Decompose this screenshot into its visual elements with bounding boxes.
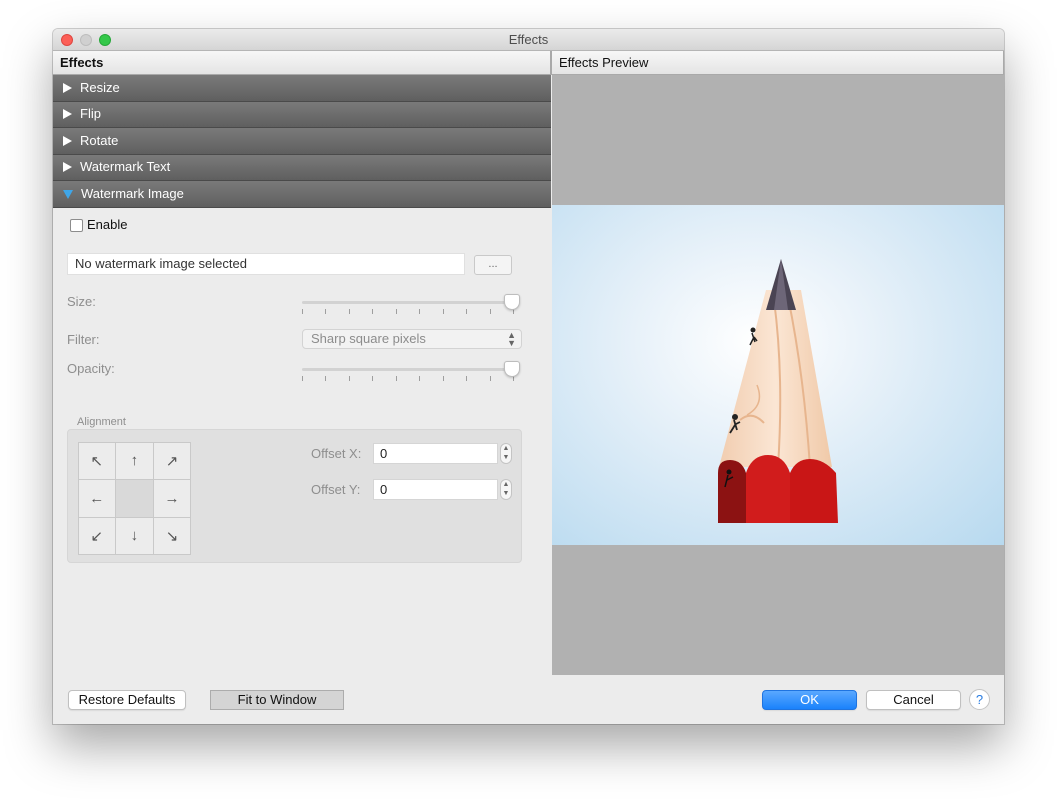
pencil-climbers-illustration xyxy=(718,259,838,523)
section-watermark-image[interactable]: Watermark Image xyxy=(53,181,551,208)
restore-defaults-button[interactable]: Restore Defaults xyxy=(68,690,186,710)
align-right-button[interactable]: → xyxy=(152,479,192,518)
size-slider[interactable] xyxy=(302,292,522,314)
opacity-label: Opacity: xyxy=(67,361,115,376)
arrow-up-icon: ↑ xyxy=(130,452,139,470)
offset-y-label: Offset Y: xyxy=(311,482,361,497)
fit-to-window-button[interactable]: Fit to Window xyxy=(210,690,344,710)
section-watermark-text[interactable]: Watermark Text xyxy=(53,154,551,181)
offset-x-label: Offset X: xyxy=(311,446,362,461)
slider-track xyxy=(302,301,514,304)
help-icon[interactable]: ? xyxy=(969,689,990,710)
align-bottom-button[interactable]: ↓ xyxy=(115,516,154,556)
offset-y-stepper[interactable]: ▲ ▼ xyxy=(500,479,512,500)
offset-y-input[interactable]: 0 xyxy=(373,479,498,500)
offset-x-input[interactable]: 0 xyxy=(373,443,498,464)
disclosure-triangle-icon xyxy=(63,162,72,173)
disclosure-triangle-icon xyxy=(63,135,72,146)
arrow-right-icon: → xyxy=(164,489,180,507)
align-top-left-button[interactable]: ↖ xyxy=(77,441,117,481)
browse-button[interactable]: ... xyxy=(474,255,512,275)
offset-x-stepper[interactable]: ▲ ▼ xyxy=(500,443,512,464)
bottom-bar: Restore Defaults Fit to Window OK Cancel… xyxy=(53,675,1004,724)
minimize-window-button[interactable] xyxy=(80,34,92,46)
arrow-down-icon: ↓ xyxy=(130,527,139,545)
preview-image xyxy=(552,205,1004,545)
size-slider-knob[interactable] xyxy=(504,294,520,310)
opacity-slider[interactable] xyxy=(302,359,522,381)
watermark-file-field[interactable]: No watermark image selected xyxy=(67,253,465,275)
arrow-left-icon: ← xyxy=(89,489,105,507)
enable-label: Enable xyxy=(87,217,128,232)
window-title: Effects xyxy=(508,32,549,47)
alignment-grid: ↖ ↑ ↗ ← → ↙ ↓ ↘ xyxy=(77,441,192,556)
disclosure-triangle-icon xyxy=(63,109,72,120)
slider-track xyxy=(302,368,514,371)
arrow-down-right-icon: ↘ xyxy=(165,527,179,545)
effects-column-header: Effects xyxy=(53,51,551,75)
effects-preview-header: Effects Preview xyxy=(551,51,1004,75)
filter-label: Filter: xyxy=(67,332,100,347)
size-label: Size: xyxy=(67,294,96,309)
section-label: Flip xyxy=(80,106,101,122)
arrow-down-left-icon: ↙ xyxy=(90,527,104,545)
ok-button[interactable]: OK xyxy=(762,690,857,710)
filter-value: Sharp square pixels xyxy=(311,331,426,346)
section-label: Watermark Text xyxy=(80,159,171,175)
arrow-up-left-icon: ↖ xyxy=(90,452,104,470)
slider-ticks xyxy=(302,376,514,381)
align-center-button[interactable] xyxy=(115,479,154,518)
section-label: Rotate xyxy=(80,132,119,148)
titlebar: Effects xyxy=(53,29,1004,51)
enable-checkbox[interactable] xyxy=(70,219,83,232)
opacity-slider-knob[interactable] xyxy=(504,361,520,377)
align-top-right-button[interactable]: ↗ xyxy=(152,441,192,481)
align-left-button[interactable]: ← xyxy=(77,479,117,518)
slider-ticks xyxy=(302,309,514,314)
arrow-up-right-icon: ↗ xyxy=(165,452,179,470)
filter-select[interactable]: Sharp square pixels ▲ ▼ xyxy=(302,329,522,349)
disclosure-triangle-icon xyxy=(63,82,72,93)
align-top-button[interactable]: ↑ xyxy=(115,441,154,481)
alignment-group: ↖ ↑ ↗ ← → ↙ ↓ ↘ Offset X: 0 ▲ ▼ Offset Y:… xyxy=(67,429,522,563)
disclosure-triangle-open-icon xyxy=(63,190,73,200)
align-bottom-left-button[interactable]: ↙ xyxy=(77,516,117,556)
effect-sections: Resize Flip Rotate Watermark Text Waterm… xyxy=(53,75,551,208)
zoom-window-button[interactable] xyxy=(99,34,111,46)
effects-window: Effects Effects Effects Preview Resize F… xyxy=(53,29,1004,724)
align-bottom-right-button[interactable]: ↘ xyxy=(152,516,192,556)
section-rotate[interactable]: Rotate xyxy=(53,128,551,155)
section-label: Resize xyxy=(80,79,120,95)
section-label: Watermark Image xyxy=(81,185,184,201)
section-resize[interactable]: Resize xyxy=(53,75,551,102)
close-window-button[interactable] xyxy=(61,34,73,46)
effects-preview-area xyxy=(552,75,1004,675)
section-flip[interactable]: Flip xyxy=(53,101,551,128)
alignment-label: Alignment xyxy=(77,416,126,428)
cancel-button[interactable]: Cancel xyxy=(866,690,961,710)
chevron-up-down-icon: ▲ ▼ xyxy=(507,330,516,348)
